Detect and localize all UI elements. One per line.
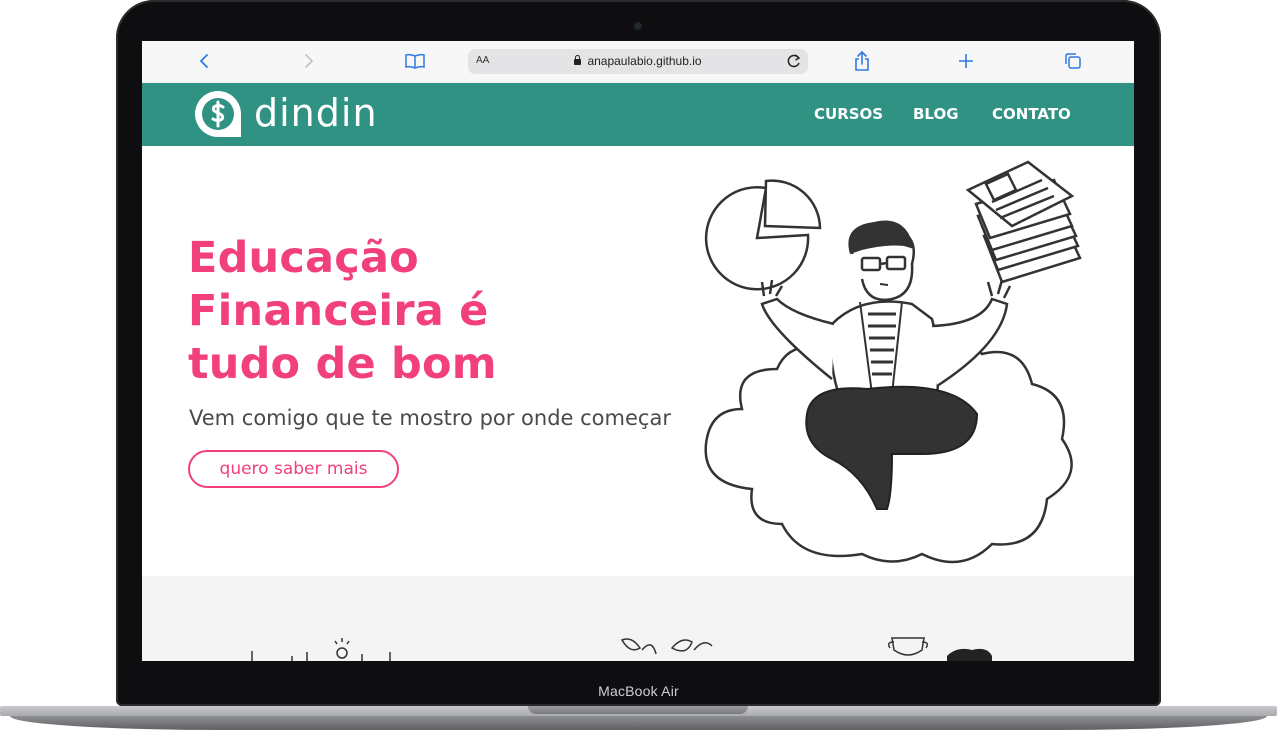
dollar-chat-logo-icon	[195, 91, 241, 137]
headline-line-3: tudo de bom	[188, 339, 497, 389]
address-bar[interactable]: AA anapaulabio.github.io	[468, 49, 808, 74]
site-navbar: dindin CURSOS BLOG CONTATO	[142, 83, 1134, 146]
webcam	[635, 23, 641, 29]
documents-icon	[965, 160, 1082, 284]
logo-text[interactable]: dindin	[254, 91, 378, 135]
address-url: anapaulabio.github.io	[468, 54, 808, 68]
lock-icon	[574, 55, 582, 65]
back-chevron-icon	[199, 54, 208, 68]
nav-blog[interactable]: BLOG	[913, 105, 959, 123]
url-text: anapaulabio.github.io	[587, 54, 702, 68]
reader-book-icon	[405, 53, 425, 69]
forward-chevron-icon	[305, 54, 314, 68]
reload-button[interactable]	[786, 52, 802, 74]
headline-line-2: Financeira é	[188, 286, 489, 336]
share-button[interactable]	[850, 49, 874, 73]
trophy-icon	[887, 637, 929, 656]
forward-button[interactable]	[297, 49, 321, 73]
tabs-overview-icon	[1065, 53, 1081, 69]
lightbulb-icon	[336, 647, 348, 659]
new-tab-button[interactable]	[954, 49, 978, 73]
browser-toolbar: AA anapaulabio.github.io	[142, 41, 1134, 84]
nav-contato[interactable]: CONTATO	[992, 105, 1071, 123]
hero-section: Educação Financeira é tudo de bom Vem co…	[142, 146, 1134, 576]
back-button[interactable]	[192, 49, 216, 73]
reader-button[interactable]	[402, 49, 428, 73]
browser-screen: AA anapaulabio.github.io dindin CURSOS B…	[142, 41, 1134, 661]
features-doodles	[251, 637, 992, 661]
hero-headline: Educação Financeira é tudo de bom	[188, 232, 518, 391]
headline-line-1: Educação	[188, 233, 419, 283]
hero-subtitle: Vem comigo que te mostro por onde começa…	[189, 406, 671, 430]
site-logo[interactable]	[192, 88, 244, 144]
cta-button[interactable]: quero saber mais	[188, 450, 399, 488]
tabs-button[interactable]	[1061, 49, 1085, 73]
hero-illustration	[692, 154, 1102, 568]
meditating-person-illustration	[704, 160, 1082, 564]
new-tab-plus-icon	[959, 54, 973, 68]
nav-cursos[interactable]: CURSOS	[814, 105, 883, 123]
features-section	[142, 576, 1134, 661]
device-label: MacBook Air	[598, 683, 679, 699]
laptop-base	[0, 706, 1277, 733]
trackpad-notch	[528, 706, 748, 714]
share-icon	[855, 50, 869, 71]
pie-chart-icon	[704, 179, 822, 291]
reload-icon	[787, 54, 801, 68]
